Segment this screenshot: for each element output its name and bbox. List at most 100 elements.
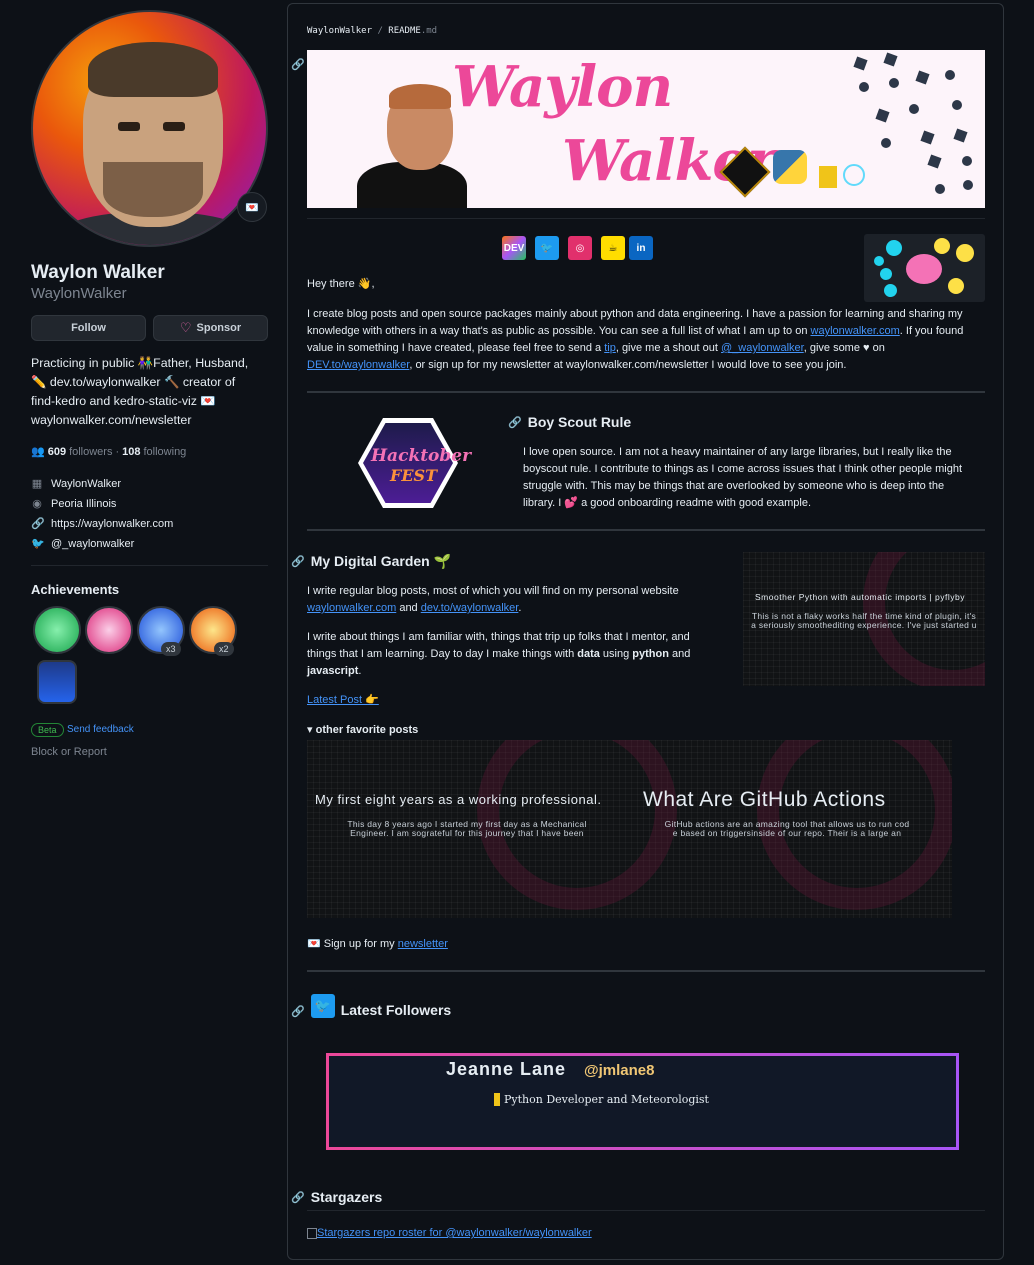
- triangle-down-icon: ▾: [307, 724, 313, 736]
- beta-badge: Beta: [31, 723, 64, 737]
- boy-scout-line: library. I 💕 a good onboarding readme wi…: [523, 497, 812, 509]
- website-link[interactable]: waylonwalker.com: [811, 325, 900, 337]
- greeting-text: Hey there 👋,: [307, 278, 375, 290]
- website-link[interactable]: waylonwalker.com: [307, 602, 396, 614]
- achievement-pair-extraordinaire[interactable]: [33, 606, 81, 654]
- devto-link[interactable]: DEV.to/waylonwalker: [307, 359, 409, 371]
- latest-post-text[interactable]: Latest Post 👉: [307, 694, 379, 706]
- python-icon: [773, 150, 807, 184]
- twitter-link[interactable]: @_waylonwalker: [51, 538, 134, 550]
- latest-follower-card[interactable]: Jeanne Lane @jmlane8 Python Developer an…: [326, 1053, 959, 1150]
- dev-icon[interactable]: DEV: [502, 236, 526, 260]
- readme-path: WaylonWalker / README.md: [307, 26, 437, 36]
- achievement-yolo[interactable]: [85, 606, 133, 654]
- garden-line: javascript.: [307, 663, 727, 680]
- divider: [31, 565, 268, 566]
- status-badge[interactable]: 💌: [237, 192, 267, 222]
- buymeacoffee-icon[interactable]: ☕: [601, 236, 625, 260]
- divider: [307, 529, 985, 531]
- divider: [307, 970, 985, 972]
- hacktoberfest-fest: FEST: [390, 466, 438, 485]
- linkedin-icon[interactable]: in: [629, 236, 653, 260]
- summary-text: other favorite posts: [315, 724, 419, 736]
- anchor-link-icon[interactable]: 🔗: [291, 1191, 305, 1204]
- divider: [307, 1210, 985, 1211]
- follow-button[interactable]: Follow: [31, 315, 146, 341]
- devto-link[interactable]: dev.to/waylonwalker: [421, 602, 519, 614]
- card-1-title[interactable]: My first eight years as a working profes…: [315, 792, 602, 807]
- follower-handle: @jmlane8: [584, 1062, 655, 1079]
- follow-counts: 👥 609 followers · 108 following: [31, 445, 187, 459]
- dag-node: [935, 184, 945, 194]
- bio-bar-icon: [494, 1093, 500, 1106]
- mind-map-image[interactable]: [864, 234, 985, 302]
- banner-image[interactable]: Waylon Walker: [307, 50, 985, 208]
- readme-file[interactable]: README: [388, 26, 421, 36]
- garden-line: I write about things I am familiar with,…: [307, 631, 690, 643]
- hacktoberfest-image[interactable]: Hacktober FEST: [358, 418, 471, 508]
- website-link[interactable]: https://waylonwalker.com: [51, 518, 173, 530]
- tip-link[interactable]: tip: [604, 342, 616, 354]
- block-report-link[interactable]: Block or Report: [31, 746, 107, 758]
- followers-label[interactable]: followers: [69, 446, 112, 458]
- dag-node: [883, 52, 898, 67]
- twitter-handle-link[interactable]: @_waylonwalker: [721, 342, 804, 354]
- favorite-posts-summary[interactable]: ▾ other favorite posts: [307, 722, 418, 739]
- anchor-link-icon[interactable]: 🔗: [291, 58, 305, 71]
- link-icon: 🔗: [31, 518, 45, 530]
- card-sub-line: a seriously smoothediting experience. I'…: [751, 620, 977, 630]
- achievement-arctic-code-vault[interactable]: [37, 660, 77, 704]
- dag-node: [909, 104, 919, 114]
- dag-node: [953, 128, 968, 143]
- bio-line: waylonwalker.com/newsletter: [31, 413, 192, 427]
- readme-ext: .md: [420, 26, 438, 36]
- anchor-link-icon[interactable]: 🔗: [291, 555, 305, 568]
- following-label[interactable]: following: [144, 446, 187, 458]
- location-icon: ◉: [32, 498, 42, 510]
- mind-map-node: [884, 284, 897, 297]
- sponsor-label: Sponsor: [196, 322, 242, 334]
- garden-text: and: [396, 602, 421, 614]
- twitter-icon: 🐦: [31, 538, 45, 550]
- mind-map-node: [956, 244, 974, 262]
- readme-owner[interactable]: WaylonWalker: [307, 26, 372, 36]
- count-separator: ·: [115, 445, 120, 458]
- people-icon: 👥: [31, 446, 45, 458]
- stargazers-alt-text[interactable]: Stargazers repo roster for @waylonwalker…: [317, 1227, 592, 1239]
- followers-count[interactable]: 609: [48, 446, 66, 458]
- bio-line: Practicing in public 👫Father, Husband,: [31, 356, 249, 370]
- following-count[interactable]: 108: [122, 446, 140, 458]
- avatar-eye: [163, 122, 185, 131]
- banner-person-hair: [389, 84, 451, 109]
- dag-node: [920, 130, 935, 145]
- card-2-title[interactable]: What Are GitHub Actions: [643, 788, 886, 812]
- dag-node: [889, 78, 899, 88]
- followers-title: Latest Followers: [340, 1002, 452, 1018]
- website-row: 🔗 https://waylonwalker.com: [31, 517, 173, 531]
- avatar[interactable]: [31, 10, 268, 247]
- send-feedback-link[interactable]: Send feedback: [67, 724, 134, 735]
- latest-post-card[interactable]: Smoother Python with automatic imports |…: [743, 552, 985, 686]
- anchor-link-icon[interactable]: 🔗: [508, 416, 522, 429]
- garden-line: things that I am learning. Day to day I …: [307, 646, 727, 663]
- garden-paragraph-1: I write regular blog posts, most of whic…: [307, 583, 727, 617]
- newsletter-link[interactable]: newsletter: [398, 938, 448, 950]
- path-separator: /: [372, 26, 389, 36]
- profile-login: WaylonWalker: [31, 285, 127, 302]
- avatar-beard: [103, 162, 203, 217]
- twitter-icon[interactable]: 🐦: [535, 236, 559, 260]
- instagram-icon[interactable]: ◎: [568, 236, 592, 260]
- location-text: Peoria Illinois: [51, 497, 117, 510]
- garden-text: using: [599, 648, 633, 660]
- achievements-title[interactable]: Achievements: [31, 582, 119, 597]
- intro-line: knowledge with others in a way that's as…: [307, 323, 987, 340]
- sponsor-button[interactable]: ♡ Sponsor: [153, 315, 268, 341]
- dag-node: [963, 180, 973, 190]
- latest-post-link[interactable]: Latest Post 👉: [307, 692, 379, 709]
- stargazers-image[interactable]: Stargazers repo roster for @waylonwalker…: [307, 1225, 592, 1242]
- intro-text: value in something I have created, pleas…: [307, 342, 605, 354]
- boy-scout-line: boyscout rule. I contribute to things as…: [523, 463, 963, 475]
- anchor-link-icon[interactable]: 🔗: [291, 1005, 305, 1018]
- intro-text: . If you found: [899, 325, 964, 337]
- dag-node: [952, 100, 962, 110]
